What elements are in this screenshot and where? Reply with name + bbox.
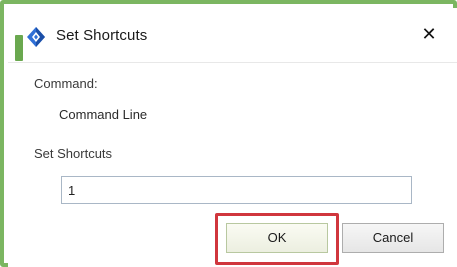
title-accent-bar: [15, 35, 23, 61]
command-label: Command:: [34, 76, 98, 91]
close-icon: ✕: [421, 24, 437, 44]
command-value: Command Line: [59, 107, 148, 122]
set-shortcuts-label: Set Shortcuts: [34, 146, 113, 161]
dialog-title-bar: Set Shortcuts ✕: [8, 8, 457, 62]
app-logo-icon: [27, 27, 45, 47]
shortcut-input[interactable]: [61, 176, 412, 204]
cancel-button[interactable]: Cancel: [342, 223, 444, 253]
ok-button[interactable]: OK: [226, 223, 328, 253]
close-button[interactable]: ✕: [412, 20, 446, 48]
dialog-content: Command: Command Line Set Shortcuts OK C…: [8, 62, 457, 267]
set-shortcuts-dialog: Set Shortcuts ✕ Command: Command Line Se…: [0, 0, 457, 267]
dialog-title: Set Shortcuts: [56, 27, 148, 44]
